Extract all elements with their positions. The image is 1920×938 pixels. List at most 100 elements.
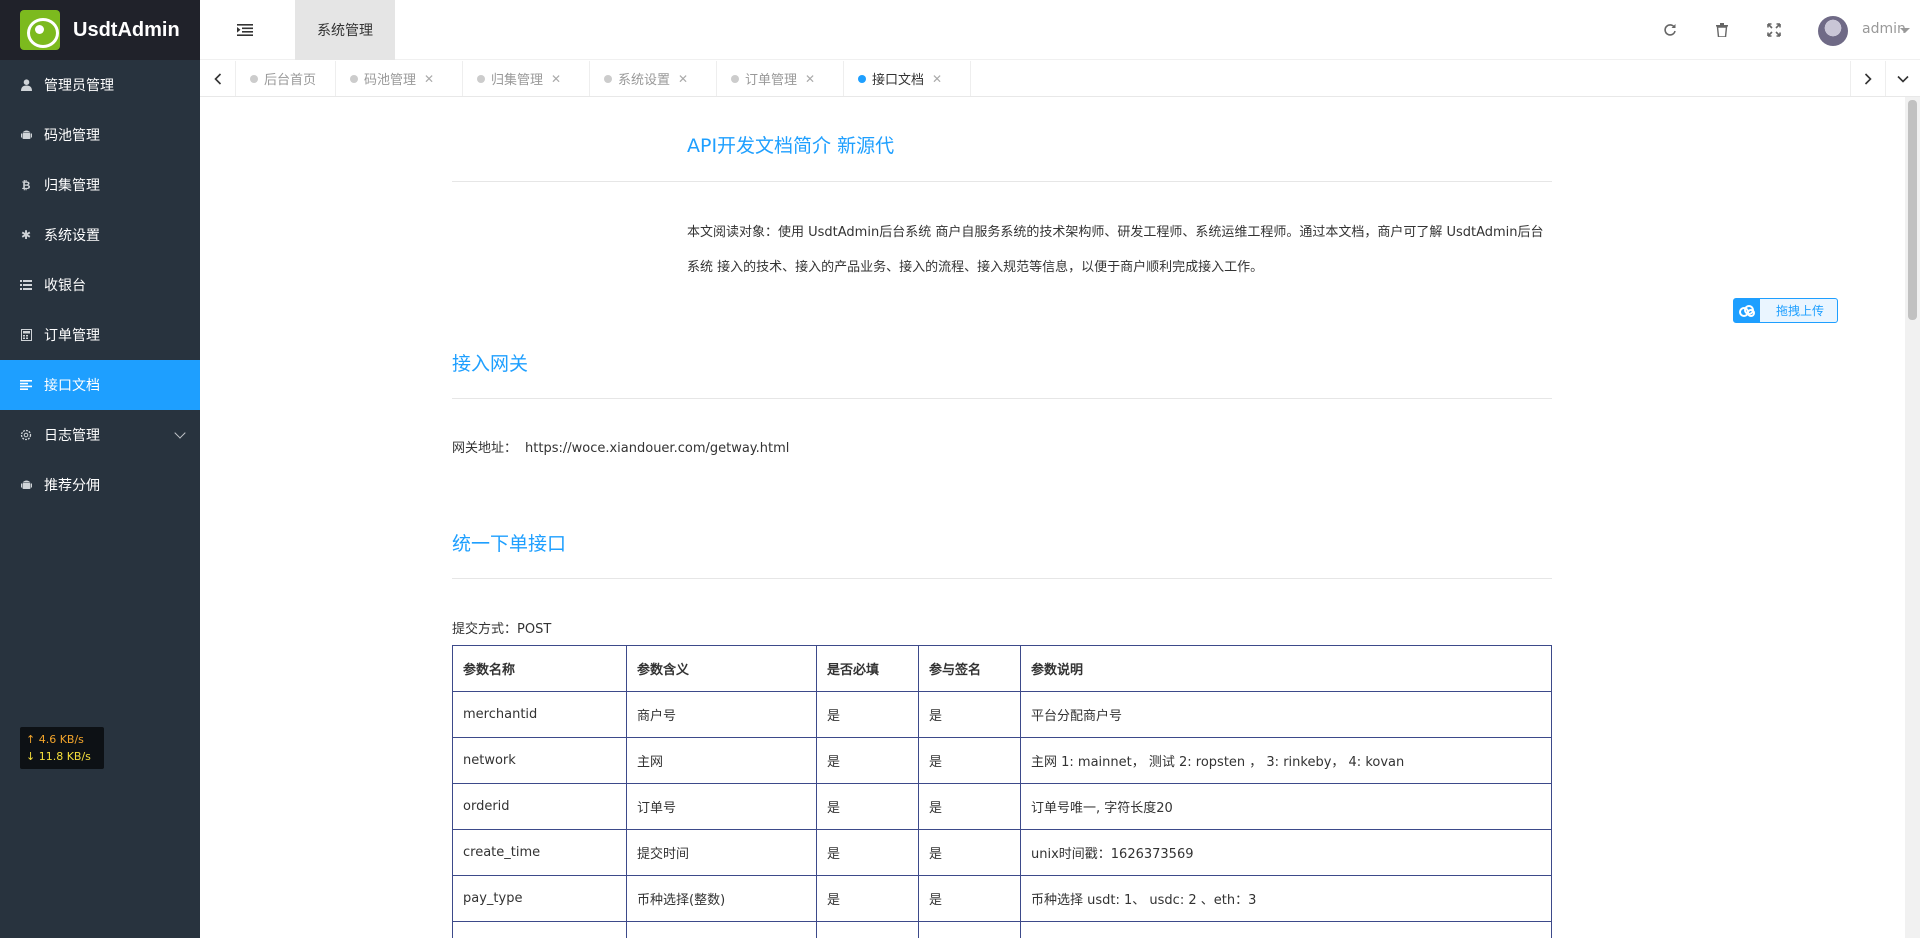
fullscreen-icon [1767, 23, 1781, 37]
table-cell [1020, 921, 1552, 938]
tab-label: 接口文档 [872, 73, 925, 88]
sidebar-item-label: 管理员管理 [44, 78, 114, 94]
sidebar-item-label: 日志管理 [44, 428, 100, 444]
table-row: orderid 订单号 是 是 订单号唯一, 字符长度20 [452, 783, 1552, 830]
tabs-options-button[interactable] [1885, 61, 1920, 96]
upload-label: 拖拽上传 [1776, 304, 1825, 318]
table-cell [816, 921, 919, 938]
refresh-button[interactable] [1660, 20, 1680, 40]
table-cell: 主网 [626, 737, 817, 784]
sidebar-item-orders[interactable]: 订单管理 [0, 310, 200, 360]
content-scrollbar[interactable] [1905, 97, 1920, 938]
table-cell: 订单号 [626, 783, 817, 830]
tab-status-dot [250, 74, 258, 83]
header-tab-system[interactable]: 系统管理 [295, 0, 395, 60]
section-title-order: 统一下单接口 [452, 533, 567, 555]
fullscreen-button[interactable] [1764, 20, 1784, 40]
gateway-url: https://woce.xiandouer.com/getway.html [525, 441, 790, 456]
refresh-icon [1664, 24, 1676, 36]
table-row: create_time 提交时间 是 是 unix时间戳：1626373569 [452, 829, 1552, 876]
sidebar-item-collect[interactable]: ₿ 归集管理 [0, 160, 200, 210]
divider [452, 578, 1552, 579]
table-row [452, 921, 1552, 938]
column-header: 参数说明 [1020, 645, 1552, 692]
close-icon[interactable]: ✕ [678, 72, 688, 86]
tab-status-dot [477, 74, 485, 83]
close-icon[interactable]: ✕ [424, 72, 434, 86]
logo[interactable]: UsdtAdmin [0, 0, 200, 60]
tabs-scroll-right-button[interactable] [1850, 61, 1885, 96]
table-cell: create_time [452, 829, 627, 876]
tabs-scroll-left-button[interactable] [200, 61, 236, 96]
sidebar-toggle-button[interactable] [235, 20, 255, 40]
tab-label: 归集管理 [491, 73, 544, 88]
tab-collect[interactable]: 归集管理 ✕ [463, 61, 590, 96]
column-header: 是否必填 [816, 645, 919, 692]
sidebar-item-label: 码池管理 [44, 128, 100, 144]
table-cell: 提交时间 [626, 829, 817, 876]
table-cell [918, 921, 1021, 938]
upload-speed: ↑ 4.6 KB/s [26, 733, 84, 746]
table-header-row: 参数名称 参数含义 是否必填 参与签名 参数说明 [452, 645, 1552, 692]
params-table: 参数名称 参数含义 是否必填 参与签名 参数说明 merchantid 商户号 … [452, 645, 1552, 938]
download-speed: ↓ 11.8 KB/s [26, 750, 91, 763]
close-icon[interactable]: ✕ [551, 72, 561, 86]
main-content: API开发文档简介 新源代 本文阅读对象：使用 UsdtAdmin后台系统 商户… [200, 97, 1920, 938]
caret-down-icon[interactable] [1900, 28, 1910, 33]
drag-upload-button[interactable]: 拖拽上传 [1733, 298, 1838, 323]
avatar[interactable] [1818, 16, 1848, 46]
tab-settings[interactable]: 系统设置 ✕ [590, 61, 717, 96]
table-cell: 平台分配商户号 [1020, 691, 1552, 738]
table-cell: 币种选择 usdt: 1、 usdc: 2 、eth：3 [1020, 875, 1552, 922]
gateway-address: 网关地址： https://woce.xiandouer.com/getway.h… [452, 437, 789, 456]
table-cell: 是 [816, 875, 919, 922]
table-cell: 是 [918, 691, 1021, 738]
sidebar-item-logs[interactable]: 日志管理 [0, 410, 200, 460]
sidebar: UsdtAdmin 管理员管理 码池管理 ₿ 归集管理 ✱ 系统设置 收银台 订… [0, 0, 200, 938]
sidebar-item-admin[interactable]: 管理员管理 [0, 60, 200, 110]
sidebar-item-label: 归集管理 [44, 178, 100, 194]
sidebar-item-label: 推荐分佣 [44, 478, 100, 494]
network-speed-widget: ↑ 4.6 KB/s ↓ 11.8 KB/s [20, 727, 104, 769]
divider [452, 181, 1552, 182]
chevron-right-icon [1864, 72, 1872, 85]
text-align-icon [20, 379, 32, 391]
table-cell: 是 [816, 829, 919, 876]
sidebar-item-label: 收银台 [44, 278, 86, 294]
sidebar-item-api-docs[interactable]: 接口文档 [0, 360, 200, 410]
table-cell [626, 921, 817, 938]
table-cell: 币种选择(整数) [626, 875, 817, 922]
close-icon[interactable]: ✕ [805, 72, 815, 86]
divider [452, 398, 1552, 399]
sidebar-item-referral[interactable]: 推荐分佣 [0, 460, 200, 510]
table-cell: pay_type [452, 875, 627, 922]
table-cell: 是 [816, 737, 919, 784]
bitcoin-icon: ₿ [21, 178, 31, 192]
page-tabs-bar: 后台首页 码池管理 ✕ 归集管理 ✕ 系统设置 ✕ 订单管理 ✕ 接口文档 ✕ [200, 61, 1920, 97]
tab-home[interactable]: 后台首页 [236, 61, 336, 96]
table-row: pay_type 币种选择(整数) 是 是 币种选择 usdt: 1、 usdc… [452, 875, 1552, 922]
tab-pool[interactable]: 码池管理 ✕ [336, 61, 463, 96]
table-cell: 订单号唯一, 字符长度20 [1020, 783, 1552, 830]
logo-icon [20, 10, 60, 50]
tab-api-docs[interactable]: 接口文档 ✕ [844, 61, 971, 96]
table-cell: unix时间戳：1626373569 [1020, 829, 1552, 876]
section-title-gateway: 接入网关 [452, 353, 529, 375]
sidebar-menu: 管理员管理 码池管理 ₿ 归集管理 ✱ 系统设置 收银台 订单管理 接口文档 日… [0, 60, 200, 510]
clear-cache-button[interactable] [1712, 20, 1732, 40]
doc-intro: 本文阅读对象：使用 UsdtAdmin后台系统 商户自服务系统的技术架构师、研发… [687, 225, 1544, 275]
scrollbar-thumb[interactable] [1908, 100, 1917, 320]
close-icon[interactable]: ✕ [932, 72, 942, 86]
column-header: 参数名称 [452, 645, 627, 692]
user-icon [20, 79, 32, 91]
column-header: 参与签名 [918, 645, 1021, 692]
sidebar-item-settings[interactable]: ✱ 系统设置 [0, 210, 200, 260]
sidebar-item-cashier[interactable]: 收银台 [0, 260, 200, 310]
sidebar-item-pool[interactable]: 码池管理 [0, 110, 200, 160]
trash-icon [1716, 23, 1728, 37]
table-row: network 主网 是 是 主网 1: mainnet， 测试 2: rops… [452, 737, 1552, 784]
list-icon [20, 279, 32, 291]
tab-status-dot [731, 74, 739, 83]
tab-orders[interactable]: 订单管理 ✕ [717, 61, 844, 96]
table-cell: 是 [918, 875, 1021, 922]
